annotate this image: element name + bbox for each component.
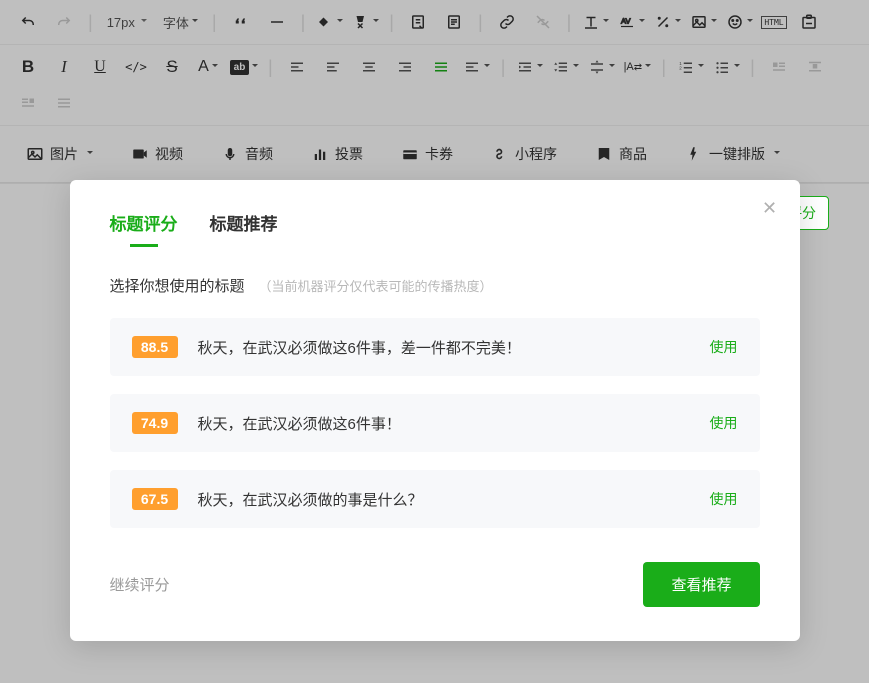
title-text: 秋天，在武汉必须做这6件事！	[198, 413, 690, 434]
title-score-modal: ✕ 标题评分 标题推荐 选择你想使用的标题 （当前机器评分仅代表可能的传播热度）…	[70, 180, 800, 641]
modal-subhead: 选择你想使用的标题 （当前机器评分仅代表可能的传播热度）	[110, 275, 760, 296]
subhead-text: 选择你想使用的标题	[110, 275, 245, 296]
view-recommend-button[interactable]: 查看推荐	[643, 562, 759, 607]
continue-scoring-button[interactable]: 继续评分	[110, 574, 170, 595]
subhead-hint: （当前机器评分仅代表可能的传播热度）	[259, 276, 493, 295]
tab-recommend[interactable]: 标题推荐	[210, 210, 278, 247]
use-button[interactable]: 使用	[710, 489, 738, 509]
close-icon[interactable]: ✕	[758, 196, 782, 220]
score-badge: 88.5	[132, 336, 178, 358]
use-button[interactable]: 使用	[710, 413, 738, 433]
use-button[interactable]: 使用	[710, 337, 738, 357]
title-row: 88.5 秋天，在武汉必须做这6件事，差一件都不完美！ 使用	[110, 318, 760, 376]
title-text: 秋天，在武汉必须做这6件事，差一件都不完美！	[198, 337, 690, 358]
modal-footer: 继续评分 查看推荐	[110, 562, 760, 607]
title-row: 74.9 秋天，在武汉必须做这6件事！ 使用	[110, 394, 760, 452]
score-badge: 74.9	[132, 412, 178, 434]
tab-score[interactable]: 标题评分	[110, 210, 178, 247]
title-text: 秋天，在武汉必须做的事是什么？	[198, 489, 690, 510]
modal-tabs: 标题评分 标题推荐	[110, 210, 760, 247]
title-row: 67.5 秋天，在武汉必须做的事是什么？ 使用	[110, 470, 760, 528]
title-suggestion-list: 88.5 秋天，在武汉必须做这6件事，差一件都不完美！ 使用 74.9 秋天，在…	[110, 318, 760, 528]
score-badge: 67.5	[132, 488, 178, 510]
